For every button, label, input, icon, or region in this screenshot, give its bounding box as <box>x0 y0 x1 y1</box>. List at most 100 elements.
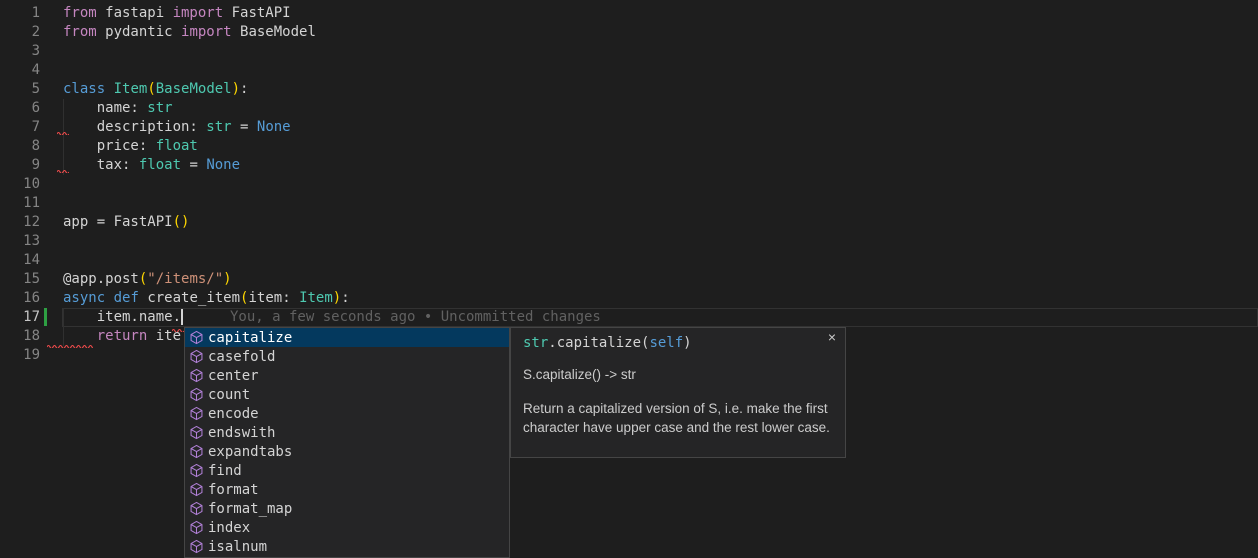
line-number: 7 <box>0 118 40 137</box>
code-line[interactable]: 8 price: float <box>0 137 1258 156</box>
code-token <box>105 290 113 306</box>
code-token: def <box>114 290 139 306</box>
code-text: app = FastAPI() <box>40 213 189 232</box>
suggestion-item[interactable]: capitalize <box>185 328 509 347</box>
code-line[interactable]: 12app = FastAPI() <box>0 213 1258 232</box>
code-token: return <box>97 328 148 344</box>
suggestion-label: index <box>208 520 250 536</box>
line-number: 2 <box>0 23 40 42</box>
code-line[interactable]: 11 <box>0 194 1258 213</box>
code-token: import <box>173 5 224 21</box>
code-text: from fastapi import FastAPI <box>40 4 291 23</box>
method-icon <box>189 368 204 383</box>
code-token: None <box>257 119 291 135</box>
gutter-added-indicator <box>44 308 47 326</box>
close-icon[interactable]: × <box>828 329 836 345</box>
line-number: 3 <box>0 42 40 61</box>
line-number: 18 <box>0 327 40 346</box>
code-token: import <box>181 24 232 40</box>
code-token: str <box>147 100 172 116</box>
line-number: 11 <box>0 194 40 213</box>
suggest-docs-description: Return a capitalized version of S, i.e. … <box>523 399 833 437</box>
line-number: 15 <box>0 270 40 289</box>
code-text <box>40 175 63 194</box>
code-line[interactable]: 1from fastapi import FastAPI <box>0 4 1258 23</box>
line-number: 6 <box>0 99 40 118</box>
suggestion-label: expandtabs <box>208 444 292 460</box>
method-icon <box>189 406 204 421</box>
code-token: from <box>63 24 97 40</box>
code-token: str <box>206 119 231 135</box>
code-text: name: str <box>40 99 173 118</box>
suggestion-item[interactable]: endswith <box>185 423 509 442</box>
method-icon <box>189 520 204 535</box>
code-token <box>105 81 113 97</box>
suggestion-item[interactable]: format_map <box>185 499 509 518</box>
code-token: async <box>63 290 105 306</box>
line-number: 14 <box>0 251 40 270</box>
method-icon <box>189 539 204 554</box>
suggestion-item[interactable]: expandtabs <box>185 442 509 461</box>
line-number: 10 <box>0 175 40 194</box>
code-token: description: <box>63 119 206 135</box>
suggestion-item[interactable]: isalnum <box>185 537 509 556</box>
suggestion-label: isalnum <box>208 539 267 555</box>
suggestion-label: format <box>208 482 259 498</box>
code-token: ) <box>683 335 691 351</box>
code-text: async def create_item(item: Item): <box>40 289 350 308</box>
suggest-widget: capitalizecasefoldcentercount encodeendsw… <box>184 327 510 558</box>
code-token: @app.post <box>63 271 139 287</box>
code-lines: 1from fastapi import FastAPI2 from pydant… <box>0 4 1258 365</box>
method-icon <box>189 482 204 497</box>
line-number: 1 <box>0 4 40 23</box>
line-number: 8 <box>0 137 40 156</box>
suggestion-label: capitalize <box>208 330 292 346</box>
suggestion-item[interactable]: casefold <box>185 347 509 366</box>
code-token: float <box>156 138 198 154</box>
code-token: fastapi <box>97 5 173 21</box>
code-text <box>40 42 63 61</box>
code-line[interactable]: 2 from pydantic import BaseModel <box>0 23 1258 42</box>
code-line[interactable]: 10 <box>0 175 1258 194</box>
code-line[interactable]: 7 description: str = None <box>0 118 1258 137</box>
code-token: pydantic <box>97 24 181 40</box>
suggest-docs-summary: S.capitalize() -> str <box>523 367 833 382</box>
method-icon <box>189 501 204 516</box>
suggestion-item[interactable]: format <box>185 480 509 499</box>
code-line[interactable]: 4 <box>0 61 1258 80</box>
code-token: class <box>63 81 105 97</box>
code-line[interactable]: 5class Item(BaseModel): <box>0 80 1258 99</box>
code-line[interactable]: 14 <box>0 251 1258 270</box>
code-line[interactable]: 9 tax: float = None <box>0 156 1258 175</box>
editor-pane[interactable]: 1from fastapi import FastAPI2 from pydant… <box>0 0 1258 546</box>
error-squiggle <box>57 130 69 135</box>
code-token: name: <box>63 100 147 116</box>
code-line[interactable]: 15@app.post("/items/") <box>0 270 1258 289</box>
suggestion-item[interactable]: count <box>185 385 509 404</box>
code-token: str <box>523 335 548 351</box>
code-token: Item <box>299 290 333 306</box>
method-icon <box>189 387 204 402</box>
code-token: tax: <box>63 157 139 173</box>
suggestion-label: encode <box>208 406 259 422</box>
code-line[interactable]: 17 item.name. <box>0 308 1258 327</box>
code-line[interactable]: 16async def create_item(item: Item): <box>0 289 1258 308</box>
code-line[interactable]: 3 <box>0 42 1258 61</box>
suggestion-item[interactable]: index <box>185 518 509 537</box>
code-token: item.name. <box>63 309 181 325</box>
code-line[interactable]: 13 <box>0 232 1258 251</box>
line-number: 5 <box>0 80 40 99</box>
code-token: .capitalize( <box>548 335 649 351</box>
code-line[interactable]: 6 name: str <box>0 99 1258 118</box>
code-token: BaseModel <box>232 24 316 40</box>
code-text: description: str = None <box>40 118 291 137</box>
line-number: 12 <box>0 213 40 232</box>
suggestion-item[interactable]: center <box>185 366 509 385</box>
error-squiggle <box>47 343 93 348</box>
suggestion-item[interactable]: encode <box>185 404 509 423</box>
suggestion-item[interactable]: find <box>185 461 509 480</box>
method-icon <box>189 349 204 364</box>
code-token: create_item <box>139 290 240 306</box>
line-number: 16 <box>0 289 40 308</box>
method-icon <box>189 444 204 459</box>
